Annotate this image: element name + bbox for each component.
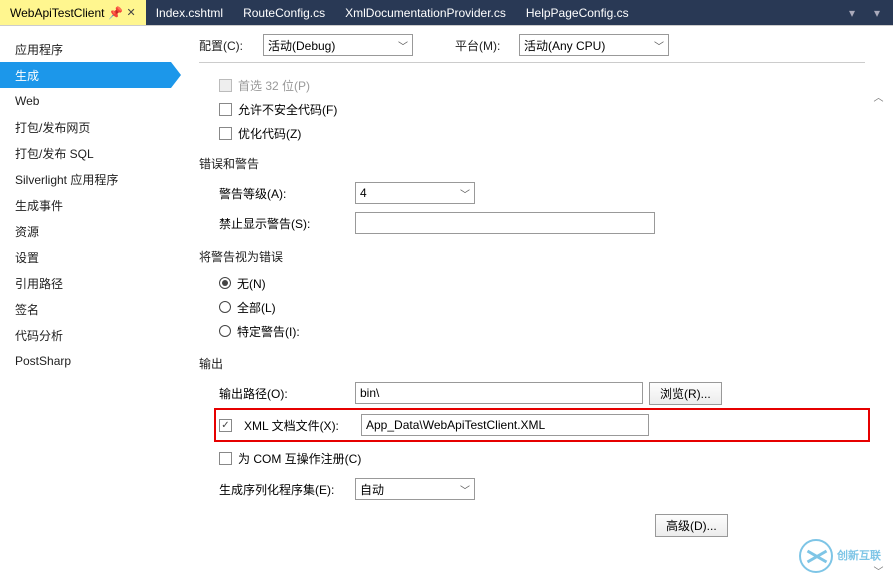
project-properties-panel: 应用程序 生成 Web 打包/发布网页 打包/发布 SQL Silverligh… [0, 25, 893, 585]
treat-none-radio[interactable] [219, 277, 231, 289]
watermark-text: 创新互联 [837, 550, 881, 562]
xml-doc-highlight: ✓ XML 文档文件(X): App_Data\WebApiTestClient… [214, 408, 870, 442]
tab-label: WebApiTestClient [10, 6, 105, 20]
build-settings-content: ︿ 配置(C): 活动(Debug)﹀ 平台(M): 活动(Any CPU)﹀ … [171, 26, 893, 585]
advanced-button[interactable]: 高级(D)... [655, 514, 728, 537]
treat-all-radio[interactable] [219, 301, 231, 313]
category-sidebar: 应用程序 生成 Web 打包/发布网页 打包/发布 SQL Silverligh… [0, 26, 171, 585]
serialization-combo[interactable]: 自动﹀ [355, 478, 475, 500]
sidebar-item-package-web[interactable]: 打包/发布网页 [0, 114, 171, 140]
output-heading: 输出 [199, 355, 865, 372]
document-tabbar: WebApiTestClient 📌 ✕ Index.cshtml RouteC… [0, 0, 893, 25]
warning-level-combo[interactable]: 4﹀ [355, 182, 475, 204]
sidebar-item-code-analysis[interactable]: 代码分析 [0, 322, 171, 348]
configuration-label: 配置(C): [199, 37, 257, 54]
treat-specific-radio[interactable] [219, 325, 231, 337]
watermark-logo-icon [799, 539, 833, 573]
tab-item[interactable]: RouteConfig.cs [233, 0, 335, 25]
chevron-down-icon: ﹀ [460, 482, 470, 497]
chevron-down-icon: ﹀ [460, 186, 470, 201]
window-action-icon[interactable]: ▾ [863, 0, 891, 25]
chevron-down-icon: ﹀ [398, 38, 408, 53]
optimize-code-label: 优化代码(Z) [238, 125, 301, 142]
prefer-32bit-label: 首选 32 位(P) [238, 77, 310, 94]
pin-icon[interactable]: 📌 [111, 8, 121, 18]
xml-doc-path-input[interactable]: App_Data\WebApiTestClient.XML [361, 414, 649, 436]
warning-level-label: 警告等级(A): [219, 185, 349, 202]
sidebar-item-build-events[interactable]: 生成事件 [0, 192, 171, 218]
allow-unsafe-checkbox[interactable] [219, 103, 232, 116]
sidebar-item-postsharp[interactable]: PostSharp [0, 348, 171, 374]
sidebar-item-reference-paths[interactable]: 引用路径 [0, 270, 171, 296]
chevron-down-icon: ﹀ [654, 38, 664, 53]
close-icon[interactable]: ✕ [127, 6, 136, 19]
xml-doc-label: XML 文档文件(X): [244, 417, 355, 434]
sidebar-item-silverlight[interactable]: Silverlight 应用程序 [0, 166, 171, 192]
errors-warnings-heading: 错误和警告 [199, 155, 865, 172]
treat-none-label: 无(N) [237, 275, 266, 292]
xml-doc-checkbox[interactable]: ✓ [219, 419, 232, 432]
tab-active[interactable]: WebApiTestClient 📌 ✕ [0, 0, 146, 25]
tab-item[interactable]: XmlDocumentationProvider.cs [335, 0, 516, 25]
allow-unsafe-label: 允许不安全代码(F) [238, 101, 337, 118]
sidebar-item-application[interactable]: 应用程序 [0, 36, 171, 62]
treat-warnings-heading: 将警告视为错误 [199, 248, 865, 265]
sidebar-item-build[interactable]: 生成 [0, 62, 171, 88]
sidebar-item-package-sql[interactable]: 打包/发布 SQL [0, 140, 171, 166]
configuration-combo[interactable]: 活动(Debug)﹀ [263, 34, 413, 56]
tab-item[interactable]: Index.cshtml [146, 0, 233, 25]
output-path-label: 输出路径(O): [219, 385, 349, 402]
suppress-warnings-input[interactable] [355, 212, 655, 234]
com-register-label: 为 COM 互操作注册(C) [238, 450, 361, 467]
watermark: 创新互联 [799, 537, 881, 575]
treat-specific-label: 特定警告(I): [237, 323, 300, 340]
scroll-up-icon[interactable]: ︿ [870, 88, 887, 105]
com-register-checkbox[interactable] [219, 452, 232, 465]
tab-overflow-icon[interactable]: ▾ [843, 6, 861, 20]
output-path-input[interactable]: bin\ [355, 382, 643, 404]
browse-button[interactable]: 浏览(R)... [649, 382, 722, 405]
serialization-label: 生成序列化程序集(E): [219, 481, 349, 498]
suppress-warnings-label: 禁止显示警告(S): [219, 215, 349, 232]
tab-item[interactable]: HelpPageConfig.cs [516, 0, 639, 25]
sidebar-item-resources[interactable]: 资源 [0, 218, 171, 244]
treat-all-label: 全部(L) [237, 299, 276, 316]
sidebar-item-web[interactable]: Web [0, 88, 171, 114]
optimize-code-checkbox[interactable] [219, 127, 232, 140]
sidebar-item-signing[interactable]: 签名 [0, 296, 171, 322]
platform-combo[interactable]: 活动(Any CPU)﹀ [519, 34, 669, 56]
sidebar-item-settings[interactable]: 设置 [0, 244, 171, 270]
platform-label: 平台(M): [455, 37, 513, 54]
prefer-32bit-checkbox [219, 79, 232, 92]
